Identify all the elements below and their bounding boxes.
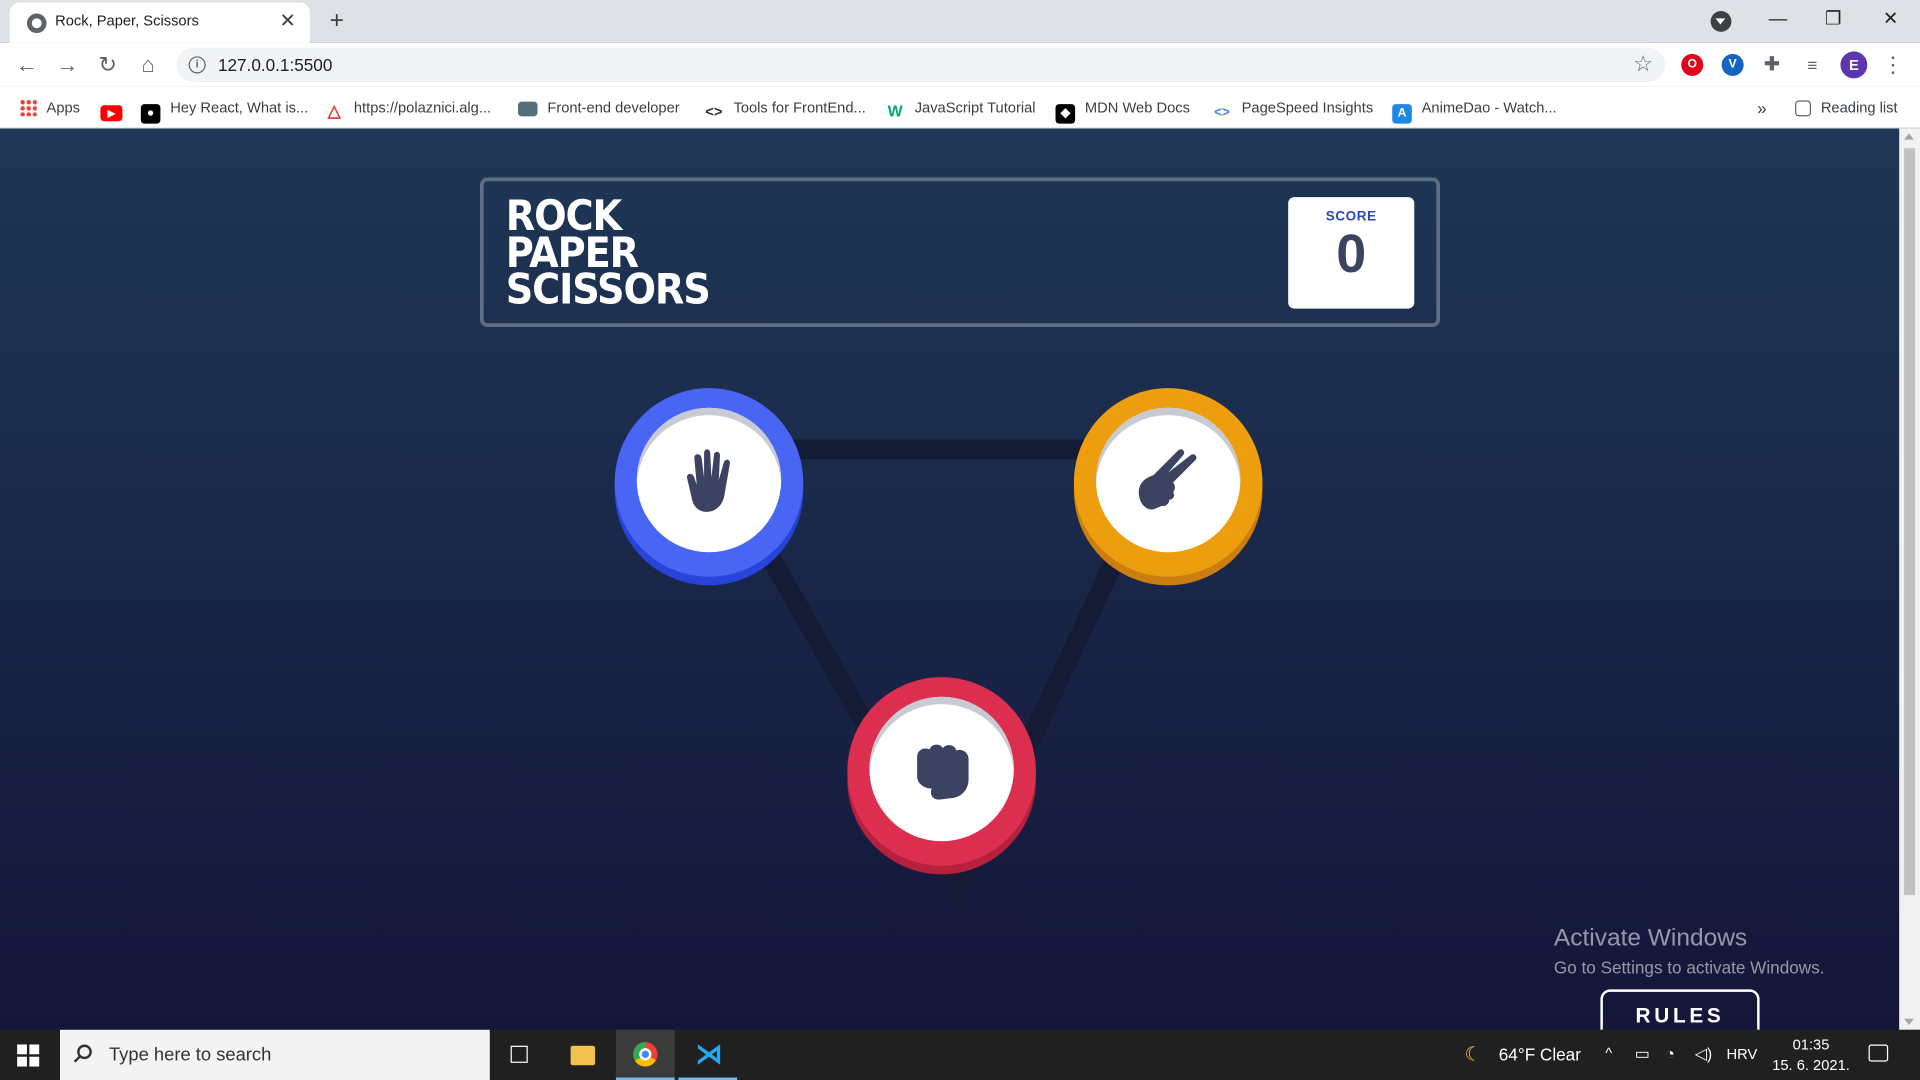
weather-text[interactable]: 64°F Clear [1499,1044,1581,1064]
animedao-icon: A [1392,104,1412,124]
bookmark-star-icon[interactable]: ☆ [1633,51,1653,77]
notification-center-icon[interactable] [1868,1044,1889,1062]
maximize-button[interactable]: ❐ [1817,5,1849,34]
taskbar-clock[interactable]: 01:35 15. 6. 2021. [1771,1035,1852,1077]
search-icon [77,1044,92,1060]
pagespeed-icon: <> [1214,105,1230,121]
activate-windows-watermark: Activate Windows Go to Settings to activ… [1553,924,1825,978]
bookmark-medium[interactable]: ● Hey React, What is... [140,97,308,124]
profile-avatar[interactable]: E [1840,51,1868,79]
site-info-icon[interactable]: i [188,56,206,74]
menu-kebab-icon[interactable]: ⋮ [1878,50,1907,79]
rules-button[interactable]: RULES [1600,989,1760,1030]
volume-icon[interactable]: ◁) [1695,1044,1713,1064]
youtube-icon: ▶ [100,105,123,122]
wifi-icon[interactable]: ◔ [1665,1044,1675,1062]
moon-weather-icon: ☾ [1464,1044,1483,1066]
back-arrow-icon[interactable]: ← [12,50,41,79]
bookmark-javascript[interactable]: W JavaScript Tutorial [885,97,1036,121]
browser-toolbar: ← → ↻ ⌂ i 127.0.0.1:5500 ☆ O V ✚ ≡ E ⋮ [0,42,1920,87]
chrome-taskbar-button[interactable] [615,1029,675,1080]
vpn-extension-icon[interactable]: V [1721,53,1744,76]
scroll-thumb[interactable] [1904,148,1916,896]
scissors-token[interactable] [1073,388,1263,577]
reload-icon[interactable]: ↻ [93,50,122,79]
vscode-icon: ⋊ [695,1038,723,1069]
reading-list-icon [1795,100,1812,117]
media-queue-icon[interactable]: ≡ [1801,54,1823,76]
opera-adblock-icon[interactable]: O [1681,53,1704,76]
bookmarks-overflow-button[interactable]: » [1757,97,1767,119]
browser-tab[interactable]: Rock, Paper, Scissors ✕ [9,2,310,43]
laptop-icon [517,101,538,117]
tab-close-button[interactable]: ✕ [276,10,300,34]
task-view-icon [510,1045,528,1063]
bookmark-frontend[interactable]: Front-end developer [517,97,680,119]
url-text[interactable]: 127.0.0.1:5500 [218,55,332,75]
windows-start-icon[interactable] [17,1044,40,1067]
scroll-down-icon[interactable] [1904,1018,1914,1025]
paper-token[interactable] [614,388,804,577]
triangle-background [692,439,1183,912]
code-icon: <> [705,102,723,121]
tray-chevron-icon[interactable]: ^ [1605,1044,1612,1061]
forward-arrow-icon[interactable]: → [53,50,82,79]
chrome-icon [633,1042,658,1067]
w3schools-icon: W [887,101,903,121]
algebra-icon: △ [327,100,341,121]
paper-hand-icon [686,449,730,512]
scroll-up-icon[interactable] [1904,133,1914,140]
medium-icon: ● [140,104,161,124]
browser-tabstrip: Rock, Paper, Scissors ✕ + — ❐ ✕ [0,0,1920,43]
battery-icon[interactable]: ▭ [1635,1044,1650,1064]
bookmark-animedao[interactable]: A AnimeDao - Watch... [1392,97,1557,124]
bookmark-algebra[interactable]: △ https://polaznici.alg... [324,97,491,121]
rock-hand-icon [917,744,969,800]
file-explorer-button[interactable] [553,1030,612,1080]
game-page: ROCK PAPER SCISSORS SCORE 0 Activate Win… [0,128,1900,1030]
folder-icon [570,1045,596,1066]
bookmark-youtube[interactable]: ▶ [100,97,132,122]
globe-icon [26,13,47,34]
home-icon[interactable]: ⌂ [133,50,162,79]
apps-grid-icon [19,99,37,117]
address-bar[interactable]: i 127.0.0.1:5500 ☆ [176,47,1666,83]
page-scrollbar[interactable] [1899,128,1920,1030]
bookmark-apps[interactable]: Apps [19,97,80,119]
bookmark-pagespeed[interactable]: <> PageSpeed Insights [1212,97,1373,120]
tab-title: Rock, Paper, Scissors [55,12,199,30]
new-tab-button[interactable]: + [322,7,351,36]
close-window-button[interactable]: ✕ [1875,5,1907,34]
mdn-icon: ◆ [1055,104,1076,124]
scissors-hand-icon [1138,449,1197,510]
bookmarks-bar: Apps ▶ ● Hey React, What is... △ https://p… [0,86,1920,129]
extensions-puzzle-icon[interactable]: ✚ [1761,54,1783,76]
search-placeholder: Type here to search [108,1044,272,1066]
reading-list-button[interactable]: Reading list [1795,97,1898,119]
bookmark-mdn[interactable]: ◆ MDN Web Docs [1055,97,1190,124]
task-view-button[interactable] [490,1030,549,1080]
vscode-taskbar-button[interactable]: ⋊ [678,1030,738,1080]
minimize-button[interactable]: — [1762,5,1794,34]
taskbar-search-box[interactable]: Type here to search [60,1029,490,1080]
windows-taskbar: Type here to search ⋊ ☾ 64°F Clear ^ ▭ ◔… [0,1029,1920,1080]
tab-search-icon[interactable] [1710,11,1732,32]
language-indicator[interactable]: HRV [1727,1046,1758,1063]
bookmark-tools[interactable]: <> Tools for FrontEnd... [704,97,865,121]
rock-token[interactable] [847,677,1036,866]
